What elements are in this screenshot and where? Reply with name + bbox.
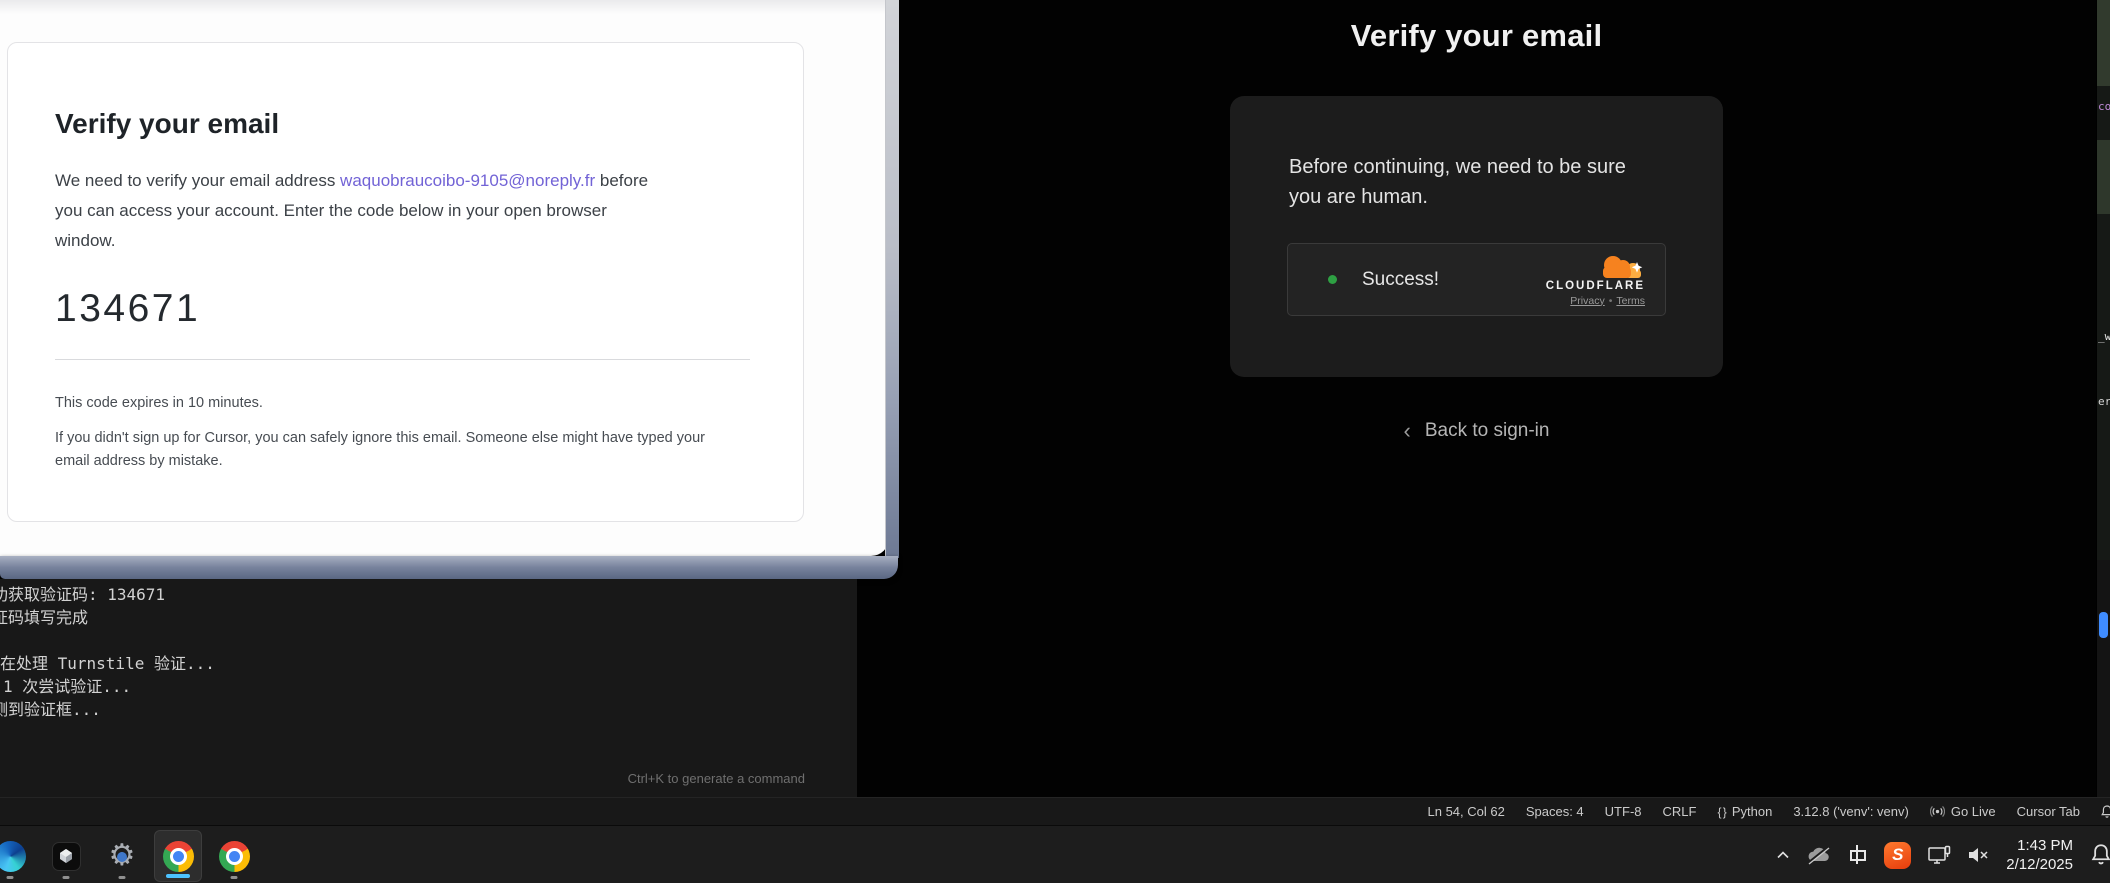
sogou-input-icon[interactable]: S — [1884, 842, 1911, 869]
chrome-button-active[interactable] — [154, 830, 202, 882]
unity-app-button[interactable] — [42, 830, 90, 882]
success-dot-icon — [1328, 275, 1337, 284]
terminal-line: 测到验证框... — [0, 698, 857, 721]
taskbar-app-icons: ⚙ — [0, 826, 258, 883]
editor-selection-band — [2097, 0, 2110, 86]
edge-icon — [0, 841, 26, 872]
sogou-letter: S — [1884, 842, 1911, 869]
indentation-indicator[interactable]: Spaces: 4 — [1526, 804, 1584, 819]
encoding-indicator[interactable]: UTF-8 — [1605, 804, 1642, 819]
chrome-icon — [219, 841, 250, 872]
email-body-text: We need to verify your email address waq… — [55, 166, 750, 256]
window-bottom-frame — [0, 556, 898, 579]
taskbar: ⚙ — [0, 825, 2110, 883]
turnstile-legal-links: Privacy •Terms — [1570, 295, 1645, 307]
system-tray: S 1:43 PM 2/12/2025 — [1776, 826, 2110, 883]
clock-date: 2/12/2025 — [2006, 855, 2073, 874]
editor-panel-band — [2097, 560, 2110, 797]
email-page-background: Verify your email We need to verify your… — [0, 0, 889, 556]
turnstile-widget[interactable]: Success! CLOUDFLARE Privacy •Terms — [1287, 243, 1666, 316]
code-fragment: _w — [2098, 330, 2110, 343]
active-window-indicator — [166, 874, 190, 878]
onedrive-cloud-slash-icon[interactable] — [1805, 845, 1832, 865]
divider — [55, 359, 750, 360]
email-body-line-1: We need to verify your email address waq… — [55, 166, 750, 196]
background-editor-sliver: co _w er — [2096, 0, 2110, 797]
running-indicator — [231, 876, 238, 879]
terminal-line: 1 次尝试验证... — [3, 675, 857, 698]
email-heading: Verify your email — [55, 107, 803, 140]
prompt-line-1: Before continuing, we need to be sure — [1289, 152, 1723, 182]
verification-code: 134671 — [55, 286, 803, 332]
scrollbar-thumb[interactable] — [2099, 612, 2108, 638]
terminal-line — [0, 629, 857, 652]
link-separator: • — [1609, 295, 1613, 307]
status-bar: Ln 54, Col 62 Spaces: 4 UTF-8 CRLF { } P… — [0, 797, 2110, 825]
running-indicator — [119, 876, 126, 879]
cloudflare-wordmark: CLOUDFLARE — [1546, 280, 1645, 292]
code-fragment: co — [2098, 100, 2110, 113]
disclaimer-line-2: email address by mistake. — [55, 450, 750, 473]
terminal-line: 在处理 Turnstile 验证... — [0, 652, 857, 675]
editor-selection-band — [2097, 140, 2110, 214]
terminal-panel[interactable]: 功获取验证码: 134671 证码填写完成 在处理 Turnstile 验证..… — [0, 579, 857, 797]
body-text: We need to verify your email address — [55, 171, 340, 190]
back-to-signin-link[interactable]: ‹ Back to sign-in — [1404, 420, 1550, 442]
disclaimer-line-1: If you didn't sign up for Cursor, you ca… — [55, 427, 750, 450]
cursor-position-indicator[interactable]: Ln 54, Col 62 — [1428, 804, 1505, 819]
back-to-signin-label: Back to sign-in — [1425, 420, 1550, 442]
running-indicator — [63, 876, 70, 879]
cloudflare-branding: CLOUDFLARE Privacy •Terms — [1546, 253, 1645, 307]
terminal-line: 功获取验证码: 134671 — [0, 583, 857, 606]
running-indicator — [7, 876, 14, 879]
network-display-icon[interactable] — [1926, 844, 1952, 866]
eol-indicator[interactable]: CRLF — [1663, 804, 1697, 819]
settings-button[interactable]: ⚙ — [98, 830, 146, 882]
page-title: Verify your email — [1351, 16, 1603, 56]
go-live-button[interactable]: Go Live — [1930, 804, 1996, 819]
gear-icon: ⚙ — [109, 841, 136, 871]
chevron-left-icon: ‹ — [1404, 420, 1411, 442]
desktop: Verify your email Before continuing, we … — [0, 0, 2110, 883]
turnstile-status: Success! — [1362, 269, 1439, 291]
email-disclaimer: If you didn't sign up for Cursor, you ca… — [55, 427, 750, 473]
email-address-link[interactable]: waquobraucoibo-9105@noreply.fr — [340, 171, 595, 190]
ime-chinese-icon[interactable] — [1847, 844, 1869, 866]
language-label: Python — [1732, 804, 1772, 819]
cursor-tab-indicator[interactable]: Cursor Tab — [2017, 804, 2080, 819]
language-mode-indicator[interactable]: { } Python — [1717, 804, 1772, 819]
taskbar-clock[interactable]: 1:43 PM 2/12/2025 — [2006, 836, 2073, 874]
email-card: Verify your email We need to verify your… — [7, 42, 804, 522]
verification-page: Verify your email Before continuing, we … — [857, 0, 2096, 797]
chrome-button-secondary[interactable] — [210, 830, 258, 882]
python-interpreter-indicator[interactable]: 3.12.8 ('venv': venv) — [1793, 804, 1909, 819]
tray-chevron-up-icon[interactable] — [1776, 850, 1790, 860]
body-text: before — [595, 171, 648, 190]
notification-center-bell-icon[interactable]: z — [2088, 842, 2110, 868]
prompt-line-2: you are human. — [1289, 182, 1723, 212]
email-body-line-2: you can access your account. Enter the c… — [55, 196, 750, 226]
broadcast-icon — [1930, 804, 1945, 819]
braces-icon: { } — [1717, 805, 1725, 819]
terms-link[interactable]: Terms — [1616, 295, 1645, 307]
chrome-icon — [163, 841, 194, 872]
edge-browser-button[interactable] — [0, 830, 34, 882]
notifications-bell-icon[interactable] — [2099, 804, 2110, 823]
go-live-label: Go Live — [1951, 804, 1996, 819]
terminal-ctrlk-hint: Ctrl+K to generate a command — [628, 767, 805, 790]
privacy-link[interactable]: Privacy — [1570, 295, 1604, 307]
cube-app-icon — [52, 842, 81, 871]
window-scrollbar-edge[interactable] — [885, 0, 899, 558]
terminal-line: 证码填写完成 — [0, 606, 857, 629]
human-check-card: Before continuing, we need to be sure yo… — [1230, 96, 1723, 377]
code-expiry-note: This code expires in 10 minutes. — [55, 393, 750, 414]
code-fragment: er — [2098, 395, 2110, 408]
email-client-window: Verify your email We need to verify your… — [0, 0, 898, 579]
email-body-line-3: window. — [55, 226, 750, 256]
human-check-prompt: Before continuing, we need to be sure yo… — [1289, 152, 1723, 212]
speaker-muted-icon[interactable] — [1967, 846, 1991, 864]
clock-time: 1:43 PM — [2017, 836, 2073, 855]
